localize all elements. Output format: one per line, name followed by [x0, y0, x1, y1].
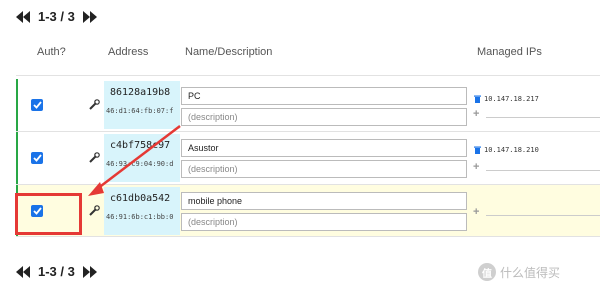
- last-page-icon[interactable]: [82, 265, 97, 278]
- first-page-icon[interactable]: [16, 265, 30, 278]
- annotation-arrow: [88, 125, 181, 196]
- pager-label: 1-3 / 3: [38, 264, 75, 279]
- watermark: 值 什么值得买: [478, 263, 560, 281]
- pager-bottom: 1-3 / 3: [16, 264, 97, 279]
- watermark-text: 什么值得买: [500, 265, 561, 280]
- watermark-badge: 值: [478, 263, 496, 281]
